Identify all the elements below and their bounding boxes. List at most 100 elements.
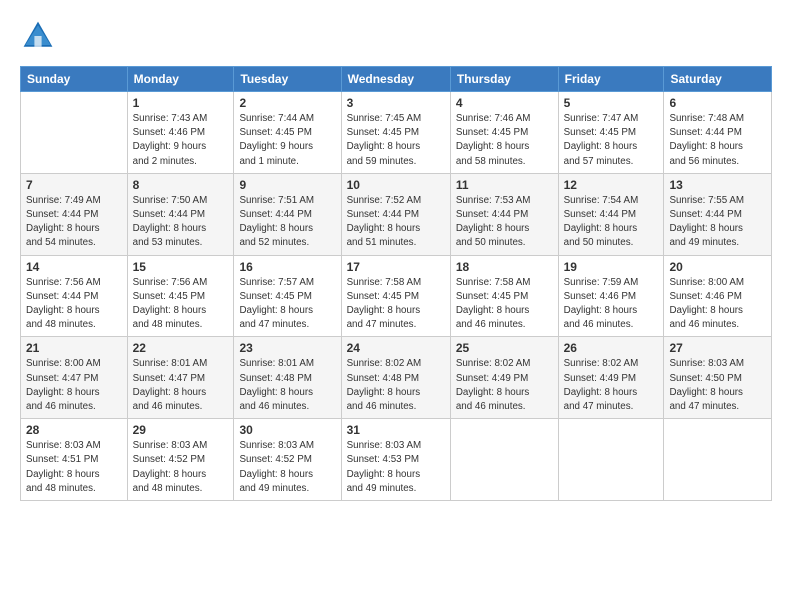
header	[20, 18, 772, 54]
day-info: Sunrise: 8:03 AM Sunset: 4:50 PM Dayligh…	[669, 357, 766, 414]
calendar-table: SundayMondayTuesdayWednesdayThursdayFrid…	[20, 66, 772, 501]
calendar-cell: 10 Sunrise: 7:52 AM Sunset: 4:44 PM Dayli…	[341, 173, 450, 255]
day-info: Sunrise: 8:03 AM Sunset: 4:53 PM Dayligh…	[347, 439, 445, 496]
day-info: Sunrise: 8:02 AM Sunset: 4:48 PM Dayligh…	[347, 357, 445, 414]
day-info: Sunrise: 8:01 AM Sunset: 4:47 PM Dayligh…	[133, 357, 229, 414]
day-number: 24	[347, 341, 445, 355]
day-info: Sunrise: 7:55 AM Sunset: 4:44 PM Dayligh…	[669, 194, 766, 251]
day-info: Sunrise: 7:46 AM Sunset: 4:45 PM Dayligh…	[456, 112, 553, 169]
calendar-cell	[664, 419, 772, 501]
calendar-cell: 4 Sunrise: 7:46 AM Sunset: 4:45 PM Daylig…	[450, 92, 558, 174]
calendar-cell: 21Sunrise: 8:00 AM Sunset: 4:47 PM Dayli…	[21, 337, 128, 419]
day-number: 3	[347, 96, 445, 110]
day-number: 2	[239, 96, 335, 110]
calendar-cell: 2 Sunrise: 7:44 AM Sunset: 4:45 PM Daylig…	[234, 92, 341, 174]
day-number: 22	[133, 341, 229, 355]
day-info: Sunrise: 8:02 AM Sunset: 4:49 PM Dayligh…	[456, 357, 553, 414]
day-number: 27	[669, 341, 766, 355]
day-number: 28	[26, 423, 122, 437]
calendar-cell: 26Sunrise: 8:02 AM Sunset: 4:49 PM Dayli…	[558, 337, 664, 419]
day-number: 6	[669, 96, 766, 110]
day-info: Sunrise: 7:56 AM Sunset: 4:45 PM Dayligh…	[133, 276, 229, 333]
day-info: Sunrise: 8:03 AM Sunset: 4:52 PM Dayligh…	[239, 439, 335, 496]
day-info: Sunrise: 7:48 AM Sunset: 4:44 PM Dayligh…	[669, 112, 766, 169]
day-number: 10	[347, 178, 445, 192]
calendar-week-row-1: 1 Sunrise: 7:43 AM Sunset: 4:46 PM Daylig…	[21, 92, 772, 174]
day-number: 9	[239, 178, 335, 192]
day-info: Sunrise: 7:53 AM Sunset: 4:44 PM Dayligh…	[456, 194, 553, 251]
calendar-week-row-5: 28 Sunrise: 8:03 AM Sunset: 4:51 PM Dayli…	[21, 419, 772, 501]
calendar-cell	[450, 419, 558, 501]
day-info: Sunrise: 7:43 AM Sunset: 4:46 PM Dayligh…	[133, 112, 229, 169]
day-info: Sunrise: 7:50 AM Sunset: 4:44 PM Dayligh…	[133, 194, 229, 251]
day-info: Sunrise: 8:03 AM Sunset: 4:52 PM Dayligh…	[133, 439, 229, 496]
page: SundayMondayTuesdayWednesdayThursdayFrid…	[0, 0, 792, 612]
calendar-week-row-2: 7Sunrise: 7:49 AM Sunset: 4:44 PM Daylig…	[21, 173, 772, 255]
day-number: 21	[26, 341, 122, 355]
day-number: 15	[133, 260, 229, 274]
calendar-cell: 15 Sunrise: 7:56 AM Sunset: 4:45 PM Dayli…	[127, 255, 234, 337]
calendar-cell: 30 Sunrise: 8:03 AM Sunset: 4:52 PM Dayli…	[234, 419, 341, 501]
day-number: 31	[347, 423, 445, 437]
day-info: Sunrise: 7:51 AM Sunset: 4:44 PM Dayligh…	[239, 194, 335, 251]
calendar-cell: 8 Sunrise: 7:50 AM Sunset: 4:44 PM Daylig…	[127, 173, 234, 255]
calendar-cell: 14Sunrise: 7:56 AM Sunset: 4:44 PM Dayli…	[21, 255, 128, 337]
calendar-cell: 23Sunrise: 8:01 AM Sunset: 4:48 PM Dayli…	[234, 337, 341, 419]
calendar-cell	[21, 92, 128, 174]
logo	[20, 18, 58, 54]
calendar-cell: 27 Sunrise: 8:03 AM Sunset: 4:50 PM Dayli…	[664, 337, 772, 419]
day-number: 25	[456, 341, 553, 355]
calendar-cell: 18 Sunrise: 7:58 AM Sunset: 4:45 PM Dayli…	[450, 255, 558, 337]
calendar-cell: 29 Sunrise: 8:03 AM Sunset: 4:52 PM Dayli…	[127, 419, 234, 501]
calendar-cell: 9 Sunrise: 7:51 AM Sunset: 4:44 PM Daylig…	[234, 173, 341, 255]
calendar-cell: 20 Sunrise: 8:00 AM Sunset: 4:46 PM Dayli…	[664, 255, 772, 337]
day-info: Sunrise: 7:58 AM Sunset: 4:45 PM Dayligh…	[456, 276, 553, 333]
calendar-week-row-4: 21Sunrise: 8:00 AM Sunset: 4:47 PM Dayli…	[21, 337, 772, 419]
calendar-cell: 22 Sunrise: 8:01 AM Sunset: 4:47 PM Dayli…	[127, 337, 234, 419]
day-info: Sunrise: 7:58 AM Sunset: 4:45 PM Dayligh…	[347, 276, 445, 333]
day-info: Sunrise: 7:47 AM Sunset: 4:45 PM Dayligh…	[564, 112, 659, 169]
calendar-header-row: SundayMondayTuesdayWednesdayThursdayFrid…	[21, 67, 772, 92]
day-number: 7	[26, 178, 122, 192]
calendar-header-wednesday: Wednesday	[341, 67, 450, 92]
calendar-header-tuesday: Tuesday	[234, 67, 341, 92]
calendar-cell: 16Sunrise: 7:57 AM Sunset: 4:45 PM Dayli…	[234, 255, 341, 337]
calendar-cell: 5 Sunrise: 7:47 AM Sunset: 4:45 PM Daylig…	[558, 92, 664, 174]
day-number: 11	[456, 178, 553, 192]
calendar-cell: 24 Sunrise: 8:02 AM Sunset: 4:48 PM Dayli…	[341, 337, 450, 419]
day-number: 4	[456, 96, 553, 110]
calendar-cell: 19Sunrise: 7:59 AM Sunset: 4:46 PM Dayli…	[558, 255, 664, 337]
day-number: 5	[564, 96, 659, 110]
day-number: 8	[133, 178, 229, 192]
day-number: 26	[564, 341, 659, 355]
day-info: Sunrise: 7:57 AM Sunset: 4:45 PM Dayligh…	[239, 276, 335, 333]
calendar-week-row-3: 14Sunrise: 7:56 AM Sunset: 4:44 PM Dayli…	[21, 255, 772, 337]
day-number: 1	[133, 96, 229, 110]
calendar-header-friday: Friday	[558, 67, 664, 92]
day-info: Sunrise: 8:00 AM Sunset: 4:46 PM Dayligh…	[669, 276, 766, 333]
day-number: 14	[26, 260, 122, 274]
calendar-cell: 11 Sunrise: 7:53 AM Sunset: 4:44 PM Dayli…	[450, 173, 558, 255]
calendar-cell: 28 Sunrise: 8:03 AM Sunset: 4:51 PM Dayli…	[21, 419, 128, 501]
calendar-cell: 7Sunrise: 7:49 AM Sunset: 4:44 PM Daylig…	[21, 173, 128, 255]
calendar-cell: 6 Sunrise: 7:48 AM Sunset: 4:44 PM Daylig…	[664, 92, 772, 174]
calendar-cell	[558, 419, 664, 501]
day-info: Sunrise: 8:03 AM Sunset: 4:51 PM Dayligh…	[26, 439, 122, 496]
calendar-cell: 31 Sunrise: 8:03 AM Sunset: 4:53 PM Dayli…	[341, 419, 450, 501]
day-number: 18	[456, 260, 553, 274]
calendar-header-monday: Monday	[127, 67, 234, 92]
calendar-cell: 3Sunrise: 7:45 AM Sunset: 4:45 PM Daylig…	[341, 92, 450, 174]
day-info: Sunrise: 7:44 AM Sunset: 4:45 PM Dayligh…	[239, 112, 335, 169]
calendar-header-thursday: Thursday	[450, 67, 558, 92]
calendar-header-sunday: Sunday	[21, 67, 128, 92]
day-info: Sunrise: 8:01 AM Sunset: 4:48 PM Dayligh…	[239, 357, 335, 414]
calendar-cell: 13Sunrise: 7:55 AM Sunset: 4:44 PM Dayli…	[664, 173, 772, 255]
day-number: 29	[133, 423, 229, 437]
day-number: 20	[669, 260, 766, 274]
day-info: Sunrise: 7:52 AM Sunset: 4:44 PM Dayligh…	[347, 194, 445, 251]
calendar-cell: 12Sunrise: 7:54 AM Sunset: 4:44 PM Dayli…	[558, 173, 664, 255]
day-number: 19	[564, 260, 659, 274]
day-number: 30	[239, 423, 335, 437]
calendar-cell: 1 Sunrise: 7:43 AM Sunset: 4:46 PM Daylig…	[127, 92, 234, 174]
day-number: 12	[564, 178, 659, 192]
